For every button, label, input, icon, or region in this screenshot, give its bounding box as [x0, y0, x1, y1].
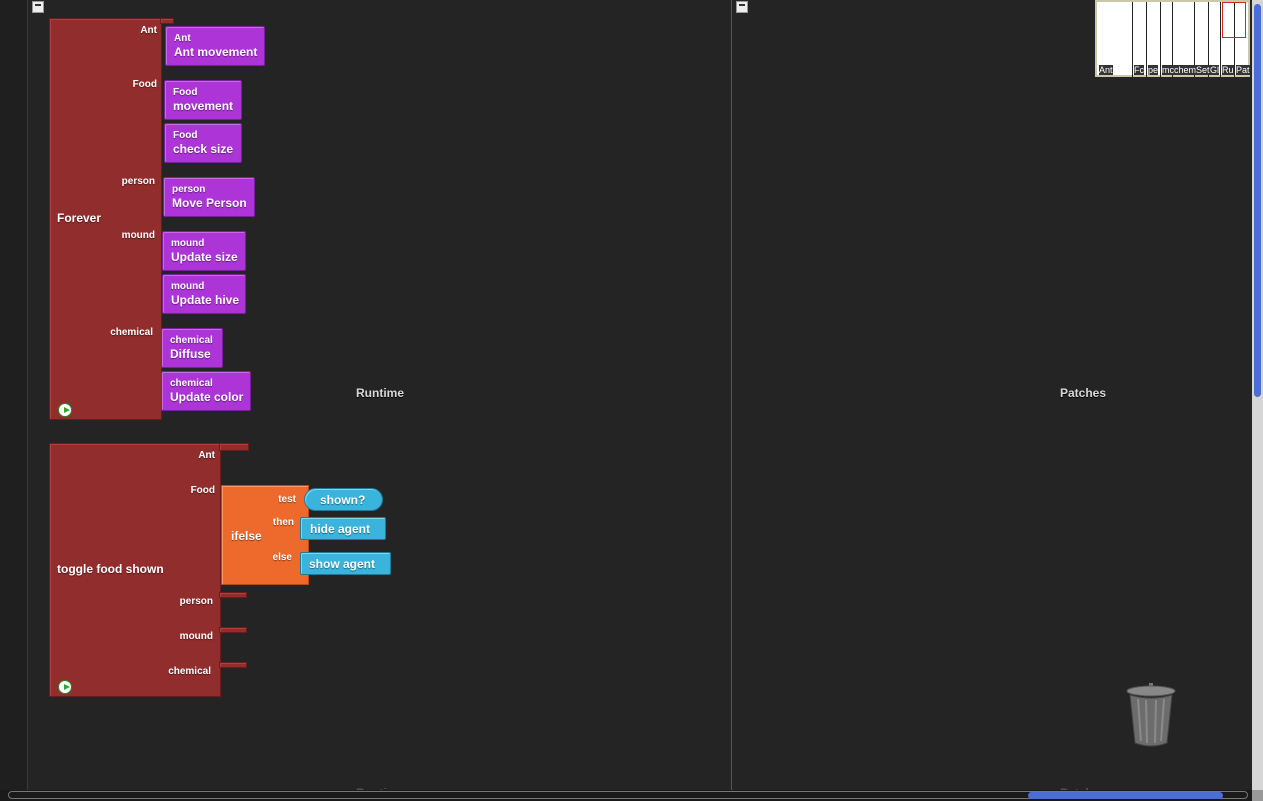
minimap-column: Gl	[1209, 2, 1221, 77]
collapse-icon[interactable]	[736, 1, 748, 13]
minimap-column: chem	[1173, 2, 1197, 77]
procedure-name: Move Person	[172, 196, 247, 210]
shown-reporter-block[interactable]: shown?	[304, 488, 383, 511]
ifelse-test-label: test	[278, 494, 296, 505]
minimap-label: Ru	[1222, 65, 1234, 75]
minimap-label: Ant	[1099, 65, 1113, 75]
minimap-column: pe	[1147, 2, 1161, 77]
procedure-name: Diffuse	[170, 347, 211, 361]
socket-lip-chemical	[219, 662, 247, 668]
procedure-block-ant-movement[interactable]: Ant Ant movement	[165, 26, 265, 66]
procedure-name: check size	[173, 142, 234, 156]
minimap-column: Set	[1195, 2, 1210, 77]
collapse-icon[interactable]	[32, 1, 44, 13]
minimap-column: mc	[1161, 2, 1174, 77]
horizontal-scroll-thumb[interactable]	[1028, 792, 1223, 799]
procedure-block-update-hive[interactable]: mound Update hive	[162, 274, 246, 314]
section-label-person: person	[121, 176, 155, 187]
hide-agent-block[interactable]: hide agent	[300, 517, 386, 540]
command-label: show agent	[309, 557, 376, 571]
minimap-label: chem	[1174, 65, 1197, 75]
procedure-name: Update hive	[171, 293, 240, 307]
workspace-minimap[interactable]: Ant Fc pe mc chem Set Gl Ru Pat	[1095, 0, 1250, 77]
reporter-label: shown?	[320, 493, 366, 507]
run-icon[interactable]	[58, 403, 72, 417]
section-label-chemical: chemical	[168, 666, 211, 677]
ifelse-label: ifelse	[231, 529, 262, 543]
minimap-column: Fc	[1133, 2, 1147, 77]
minimap-label: pe	[1148, 65, 1159, 75]
trash-icon[interactable]	[1126, 683, 1176, 747]
section-label-ant: Ant	[140, 25, 157, 36]
minimap-label: Gl	[1210, 65, 1219, 75]
procedure-breed: chemical	[170, 378, 213, 389]
minimap-column: Ant	[1097, 2, 1133, 77]
procedure-breed: Food	[173, 87, 198, 98]
socket-lip-person	[219, 592, 247, 598]
runtime-page-label: Runtime	[356, 386, 404, 400]
ifelse-else-label: else	[272, 552, 292, 563]
section-label-chemical: chemical	[110, 327, 153, 338]
procedure-breed: person	[172, 184, 206, 195]
socket-lip	[160, 18, 174, 24]
toggle-food-shown-block[interactable]: toggle food shown Ant Food person mound …	[49, 443, 221, 697]
minimap-label: Fc	[1134, 65, 1144, 75]
command-label: hide agent	[310, 522, 371, 536]
procedure-block-diffuse[interactable]: chemical Diffuse	[161, 328, 223, 368]
procedure-block-update-size[interactable]: mound Update size	[162, 231, 246, 271]
procedure-block-move-person[interactable]: person Move Person	[163, 177, 255, 217]
toggle-label: toggle food shown	[57, 562, 164, 576]
patches-page[interactable]: Patches Patches	[732, 0, 1252, 801]
section-label-mound: mound	[179, 631, 213, 642]
minimap-label: Pat	[1236, 65, 1250, 75]
procedure-name: Ant movement	[174, 45, 258, 59]
minimap-label: Set	[1196, 65, 1210, 75]
patches-page-label: Patches	[1060, 386, 1107, 400]
procedure-name: Update color	[170, 390, 244, 404]
procedure-breed: Ant	[174, 33, 191, 44]
section-label-food: Food	[190, 485, 215, 496]
minimap-viewport[interactable]	[1222, 2, 1246, 38]
section-label-mound: mound	[121, 230, 155, 241]
procedure-block-food-check-size[interactable]: Food check size	[164, 123, 242, 163]
socket-lip-ant	[219, 443, 249, 451]
show-agent-block[interactable]: show agent	[300, 552, 391, 575]
section-label-person: person	[179, 596, 213, 607]
forever-label: Forever	[57, 211, 102, 225]
scroll-corner	[1252, 790, 1263, 801]
procedure-name: movement	[173, 99, 234, 113]
procedure-block-food-movement[interactable]: Food movement	[164, 80, 242, 120]
procedure-block-update-color[interactable]: chemical Update color	[161, 371, 251, 411]
left-gutter	[0, 0, 28, 801]
procedure-breed: chemical	[170, 335, 213, 346]
procedure-breed: mound	[171, 238, 205, 249]
procedure-breed: Food	[173, 130, 198, 141]
horizontal-scrollbar[interactable]	[0, 790, 1252, 801]
workspace-canvas[interactable]: Runtime Runtime Patches Patches Forever …	[0, 0, 1263, 801]
section-label-food: Food	[132, 79, 157, 90]
ifelse-block[interactable]: ifelse test then else	[221, 485, 309, 585]
procedure-breed: mound	[171, 281, 205, 292]
run-icon[interactable]	[58, 680, 72, 694]
section-label-ant: Ant	[198, 450, 215, 461]
vertical-scroll-thumb[interactable]	[1254, 4, 1261, 397]
ifelse-then-label: then	[272, 517, 294, 528]
vertical-scrollbar[interactable]	[1252, 0, 1263, 790]
socket-lip-mound	[219, 627, 247, 633]
procedure-name: Update size	[171, 250, 238, 264]
forever-block[interactable]: Forever Ant Food person mound chemical	[49, 18, 162, 420]
